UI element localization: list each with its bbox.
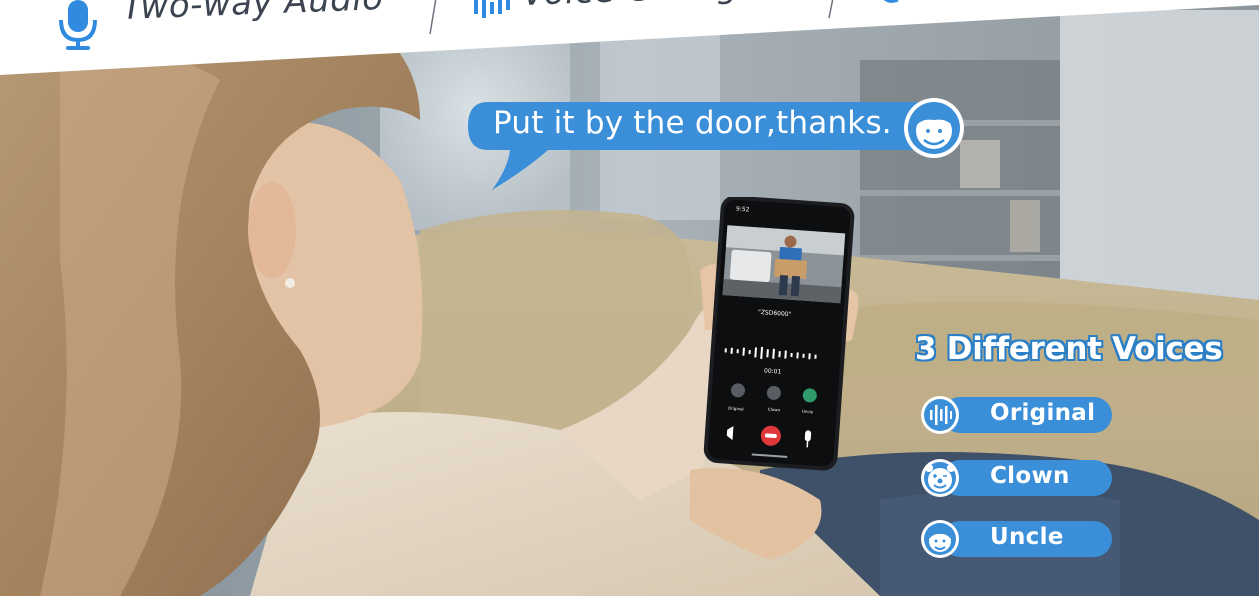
- voice-label: Original: [990, 400, 1096, 426]
- uncle-face-icon: [904, 98, 964, 158]
- phone-body: [703, 195, 855, 471]
- voice-label: Uncle: [990, 524, 1064, 550]
- voice-option-uncle: Uncle: [920, 519, 1112, 559]
- waveform-icon: [921, 396, 959, 434]
- voice-label: Clown: [990, 463, 1070, 489]
- voices-title: 3 Different Voices: [915, 331, 1223, 367]
- speech-text: Put it by the door,thanks.: [493, 105, 892, 141]
- smartphone: 9:52 "ZSD6000" 00:01 Original Clown Uncl…: [698, 195, 858, 472]
- phone-voice-label-uncle: Uncle: [801, 408, 814, 415]
- mic-icon[interactable]: [804, 430, 812, 442]
- phone-voice-label-original: Original: [727, 405, 744, 412]
- background-photo: [0, 0, 1259, 596]
- waveform-icon: [474, 0, 510, 18]
- uncle-face-icon: [921, 520, 959, 558]
- clown-face-icon: [921, 459, 959, 497]
- microphone-icon: [59, 0, 97, 50]
- phone-voice-label-clown: Clown: [767, 406, 781, 413]
- partial-icon: [883, 0, 899, 3]
- voice-option-original: Original: [920, 395, 1112, 435]
- feature-banner: Two-way Audio Voice Chang: [0, 0, 1259, 80]
- living-room-scene: [0, 0, 1259, 596]
- phone-call-timer: 00:01: [763, 367, 782, 376]
- voice-option-clown: Clown: [920, 458, 1112, 498]
- phone-status-time: 9:52: [735, 205, 750, 214]
